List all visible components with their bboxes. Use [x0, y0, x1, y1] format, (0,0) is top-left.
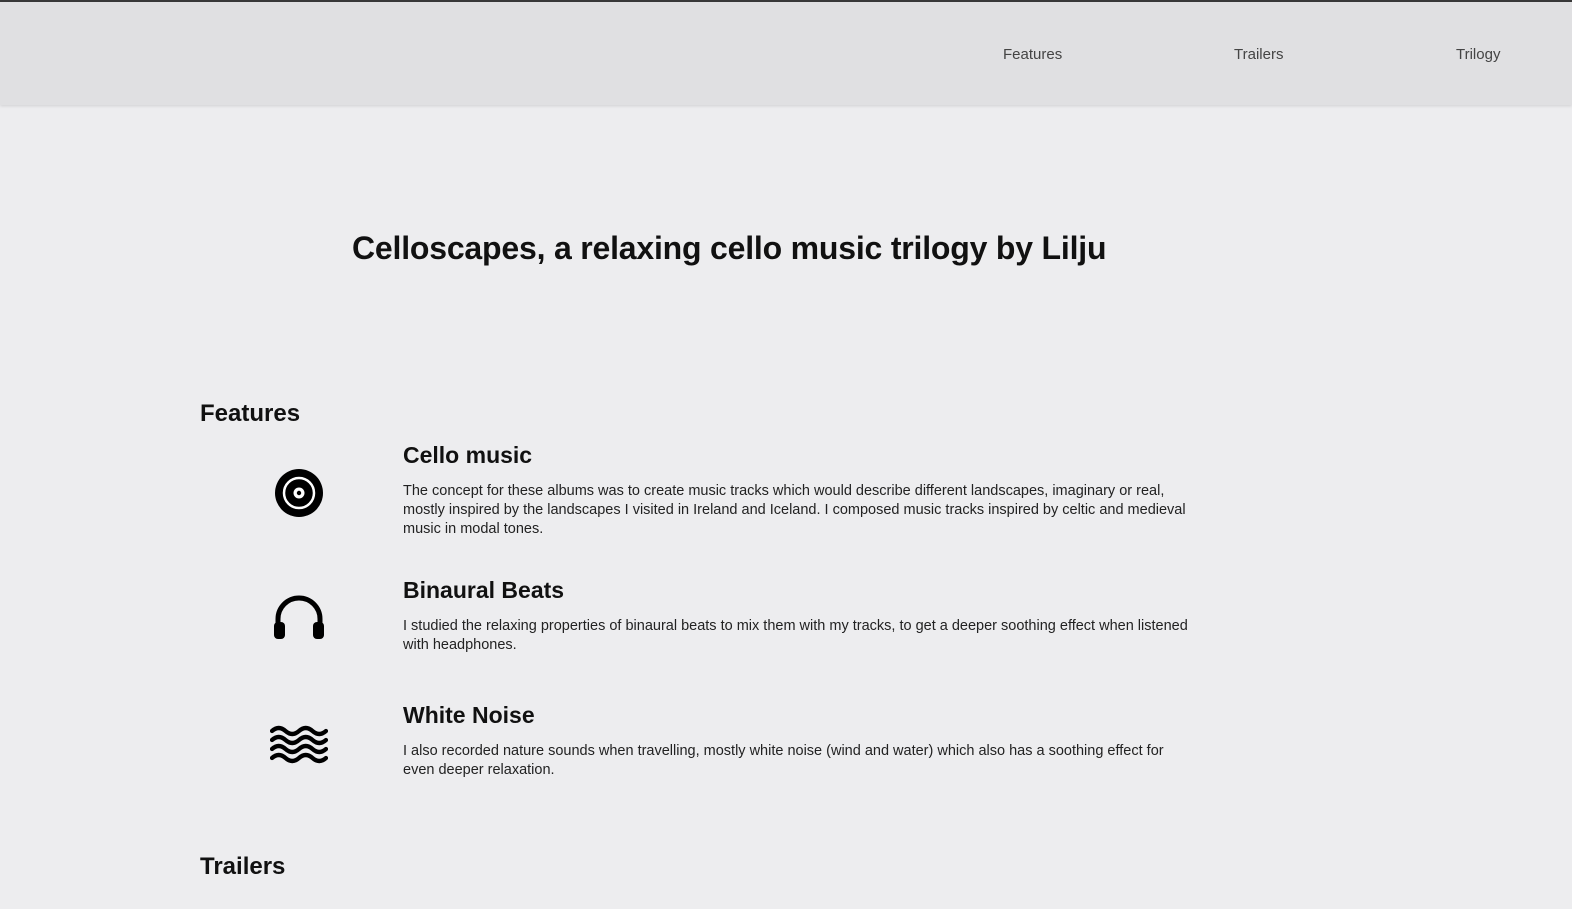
- nav-link-trilogy[interactable]: Trilogy: [1456, 46, 1500, 63]
- feature-title: White Noise: [403, 702, 535, 728]
- feature-description: The concept for these albums was to crea…: [403, 483, 1186, 537]
- feature-item-binaural-beats: Binaural Beats I studied the relaxing pr…: [200, 577, 1200, 667]
- nav-link-features[interactable]: Features: [1003, 46, 1062, 63]
- feature-description: I studied the relaxing properties of bin…: [403, 618, 1188, 653]
- page-title: Celloscapes, a relaxing cello music tril…: [352, 230, 1107, 266]
- nav-link-trailers[interactable]: Trailers: [1234, 46, 1283, 63]
- waves-icon: [269, 714, 329, 772]
- feature-item-cello-music: Cello music The concept for these albums…: [200, 442, 1200, 552]
- trailers-heading: Trailers: [200, 853, 286, 880]
- navbar: Features Trailers Trilogy: [0, 2, 1572, 105]
- vinyl-record-icon: [270, 464, 328, 522]
- feature-title: Cello music: [403, 442, 533, 468]
- feature-description: I also recorded nature sounds when trave…: [403, 743, 1164, 778]
- feature-title: Binaural Beats: [403, 577, 565, 603]
- headphones-icon: [270, 589, 328, 647]
- features-heading: Features: [200, 400, 301, 427]
- feature-item-white-noise: White Noise I also recorded nature sound…: [200, 702, 1200, 792]
